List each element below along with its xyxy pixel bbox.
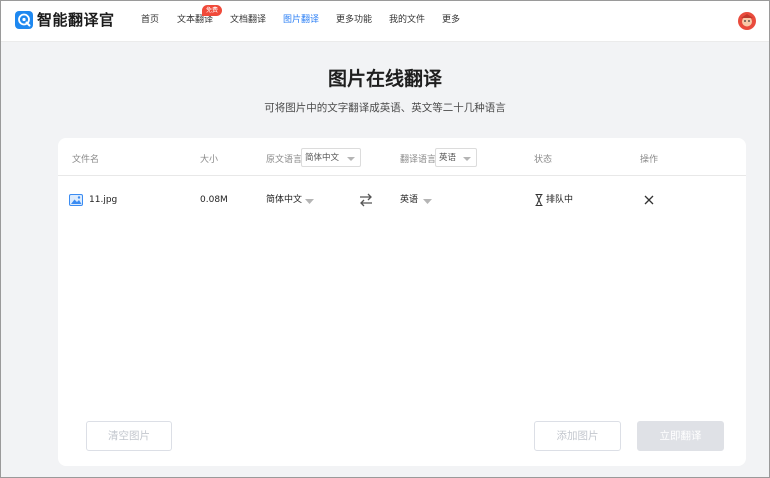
nav-doc-translate[interactable]: 文档翻译: [230, 13, 266, 27]
header-source-lang: 原文语言: [266, 155, 303, 165]
header-source-lang-select[interactable]: 简体中文: [301, 148, 361, 167]
header-divider: [58, 175, 746, 176]
chevron-down-icon[interactable]: [423, 199, 432, 204]
hourglass-icon: [535, 194, 543, 206]
swap-arrows-icon[interactable]: [359, 193, 373, 207]
header-source-lang-value: 简体中文: [305, 153, 340, 163]
row-source-lang-select[interactable]: 简体中文: [266, 194, 302, 206]
chevron-down-icon[interactable]: [305, 199, 314, 204]
chevron-down-icon: [463, 157, 471, 161]
file-size: 0.08M: [200, 195, 228, 205]
header-target-lang-value: 英语: [439, 153, 457, 163]
translate-logo-icon[interactable]: [15, 11, 33, 29]
page-subtitle: 可将图片中的文字翻译成英语、英文等二十几种语言: [264, 102, 506, 114]
file-name: 11.jpg: [89, 195, 118, 205]
nav-more-features[interactable]: 更多功能: [336, 13, 372, 27]
nav-more[interactable]: 更多: [442, 13, 460, 27]
nav-home[interactable]: 首页: [141, 13, 159, 27]
header-size: 大小: [200, 155, 219, 165]
close-icon[interactable]: [644, 195, 654, 205]
app-name[interactable]: 智能翻译官: [37, 10, 115, 30]
nav-my-files[interactable]: 我的文件: [389, 13, 425, 27]
translate-now-button[interactable]: 立即翻译: [637, 421, 724, 451]
clear-images-button[interactable]: 清空图片: [86, 421, 172, 451]
avatar-icon[interactable]: [738, 12, 756, 30]
nav-image-translate[interactable]: 图片翻译: [283, 13, 319, 27]
add-image-button[interactable]: 添加图片: [534, 421, 621, 451]
image-file-icon: [69, 194, 83, 206]
header-action: 操作: [640, 155, 659, 165]
upload-card: 文件名 大小 原文语言 简体中文 翻译语言 英语 状态 操作 11.jpg 0.…: [58, 138, 746, 466]
status-text: 排队中: [546, 195, 574, 205]
free-badge: 免费: [202, 5, 223, 16]
header-filename: 文件名: [72, 155, 100, 165]
row-target-lang-select[interactable]: 英语: [400, 194, 418, 206]
page-title: 图片在线翻译: [327, 68, 442, 90]
header-status: 状态: [534, 155, 553, 165]
chevron-down-icon: [347, 157, 355, 161]
header-target-lang-select[interactable]: 英语: [435, 148, 477, 167]
header-target-lang: 翻译语言: [400, 155, 437, 165]
top-navbar: 智能翻译官 首页 文本翻译 免费 文档翻译 图片翻译 更多功能 我的文件 更多: [1, 1, 769, 42]
